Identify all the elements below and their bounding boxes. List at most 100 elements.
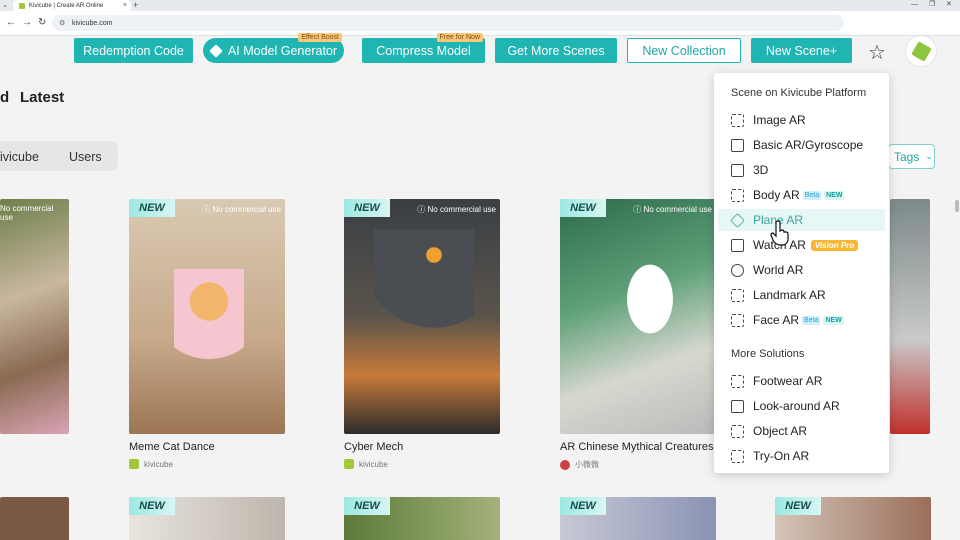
maximize-icon[interactable]: ❐ <box>929 0 935 10</box>
card-title[interactable]: Meme Cat Dance <box>129 441 215 453</box>
scene-card[interactable]: NEW <box>560 497 716 540</box>
menu-item-try-on-ar[interactable]: Try-On AR <box>718 445 885 467</box>
menu-item-image-ar[interactable]: Image AR <box>718 109 885 131</box>
tab-close-icon[interactable]: × <box>123 2 127 9</box>
effect-boost-badge: Effect Boost <box>298 33 342 42</box>
new-badge: NEW <box>775 497 821 515</box>
menu-item-basic-ar[interactable]: Basic AR/Gyroscope <box>718 134 885 156</box>
kivicube-logo-icon <box>129 459 139 469</box>
card-title[interactable]: Cyber Mech <box>344 441 403 453</box>
new-collection-button[interactable]: New Collection <box>627 38 741 63</box>
free-badge: Free for Now <box>436 33 483 42</box>
user-avatar-icon <box>560 459 570 470</box>
ai-model-generator-button[interactable]: AI Model Generator Effect Boost <box>203 33 344 63</box>
new-badge: NEW <box>344 497 390 515</box>
vision-pro-badge: Vision Pro <box>810 239 859 251</box>
scene-card[interactable]: NEW <box>129 497 285 540</box>
browser-tab[interactable]: Kivicube | Create AR Online × <box>13 0 131 11</box>
menu-item-watch-ar[interactable]: Watch AR Vision Pro <box>718 234 885 256</box>
cube-3d-icon <box>731 163 744 177</box>
new-badge: NEW <box>129 199 175 217</box>
forward-icon[interactable]: → <box>22 17 32 28</box>
card-title[interactable]: AR Chinese Mythical Creatures <box>560 441 713 453</box>
scene-card[interactable]: NEW ⓘ No commercial use <box>560 199 716 434</box>
beta-badge: Beta <box>802 190 822 200</box>
scene-card[interactable]: NEW ⓘ No commercial use <box>129 199 285 434</box>
cat-figure <box>174 269 244 399</box>
plane-icon <box>730 212 745 228</box>
compress-model-button[interactable]: Compress Model Free for Now <box>362 33 485 63</box>
new-badge: NEW <box>823 315 844 325</box>
reload-icon[interactable]: ↻ <box>38 17 46 28</box>
globe-icon <box>731 263 744 277</box>
site-info-icon[interactable]: ⚙ <box>59 19 65 27</box>
look-around-icon <box>731 399 744 413</box>
filter-kivicube[interactable]: ivicube <box>0 150 39 164</box>
avatar-cube-icon <box>910 40 932 62</box>
image-ar-icon <box>731 113 744 127</box>
no-commercial-label: ⓘ No commercial use <box>202 205 281 214</box>
cube-icon <box>209 43 223 58</box>
card-author: kivicube <box>129 459 173 469</box>
menu-section-more: More Solutions <box>731 348 805 360</box>
scene-card[interactable]: NEW ⓘ No commercial use <box>344 199 500 434</box>
card-author: kivicube <box>344 459 388 469</box>
body-icon <box>731 188 744 202</box>
scene-card[interactable]: NEW <box>344 497 500 540</box>
url-field[interactable]: ⚙ kivicube.com <box>52 15 844 31</box>
new-badge: NEW <box>344 199 390 217</box>
menu-item-world-ar[interactable]: World AR <box>718 259 885 281</box>
scene-card[interactable] <box>0 497 69 540</box>
object-icon <box>731 424 744 438</box>
filter-users[interactable]: Users <box>69 150 102 164</box>
no-commercial-label: ⓘ No commercial use <box>633 205 712 214</box>
new-collection-label: New Collection <box>642 43 726 58</box>
get-more-scenes-button[interactable]: Get More Scenes <box>495 38 617 63</box>
creature-figure <box>610 239 690 359</box>
scene-card[interactable]: NEW <box>775 497 931 540</box>
menu-item-object-ar[interactable]: Object AR <box>718 420 885 442</box>
menu-item-3d[interactable]: 3D <box>718 159 885 181</box>
menu-item-footwear-ar[interactable]: Footwear AR <box>718 370 885 392</box>
footwear-icon <box>731 374 744 388</box>
new-badge: NEW <box>824 190 845 200</box>
no-commercial-label: No commercial use <box>0 204 54 222</box>
menu-item-plane-ar[interactable]: Plane AR <box>718 209 885 231</box>
new-scene-label: New Scene+ <box>765 43 838 58</box>
hand-cursor-icon <box>770 220 789 246</box>
page-heading-latest[interactable]: Latest <box>20 89 64 106</box>
face-icon <box>731 313 744 327</box>
tags-dropdown[interactable]: Tags ⌄ <box>888 144 935 169</box>
chevron-down-icon: ⌄ <box>925 151 933 161</box>
new-scene-button[interactable]: New Scene+ <box>751 38 852 63</box>
minimize-icon[interactable]: — <box>911 0 918 10</box>
new-badge: NEW <box>560 497 606 515</box>
new-tab-button[interactable]: + <box>133 0 138 10</box>
scene-card[interactable]: No commercial use <box>0 199 69 434</box>
browser-tabstrip: ⌄ Kivicube | Create AR Online × + — ❐ ✕ <box>0 0 960 11</box>
redemption-label: Redemption Code <box>83 43 184 58</box>
menu-item-landmark-ar[interactable]: Landmark AR <box>718 284 885 306</box>
no-commercial-label: ⓘ No commercial use <box>417 205 496 214</box>
star-icon[interactable]: ☆ <box>868 40 886 65</box>
landmark-icon <box>731 288 744 302</box>
avatar[interactable] <box>906 36 936 66</box>
watch-icon <box>731 238 744 252</box>
menu-item-body-ar[interactable]: Body AR Beta NEW <box>718 184 885 206</box>
page-heading-partial: d <box>0 89 10 106</box>
new-scene-menu: Scene on Kivicube Platform Image AR Basi… <box>714 73 889 473</box>
close-window-icon[interactable]: ✕ <box>946 0 952 10</box>
back-icon[interactable]: ← <box>6 17 16 28</box>
tab-list-icon[interactable]: ⌄ <box>2 1 8 9</box>
menu-section-platform: Scene on Kivicube Platform <box>731 87 867 99</box>
new-badge: NEW <box>560 199 606 217</box>
page-scrollbar[interactable] <box>955 200 959 212</box>
try-on-icon <box>731 449 744 463</box>
more-scenes-label: Get More Scenes <box>507 43 605 58</box>
redemption-code-button[interactable]: Redemption Code <box>74 38 193 63</box>
scene-card-partial[interactable] <box>890 199 930 434</box>
ai-generator-label: AI Model Generator <box>227 43 338 58</box>
menu-item-look-around-ar[interactable]: Look-around AR <box>718 395 885 417</box>
menu-item-face-ar[interactable]: Face AR Beta NEW <box>718 309 885 331</box>
mech-figure <box>374 229 474 359</box>
